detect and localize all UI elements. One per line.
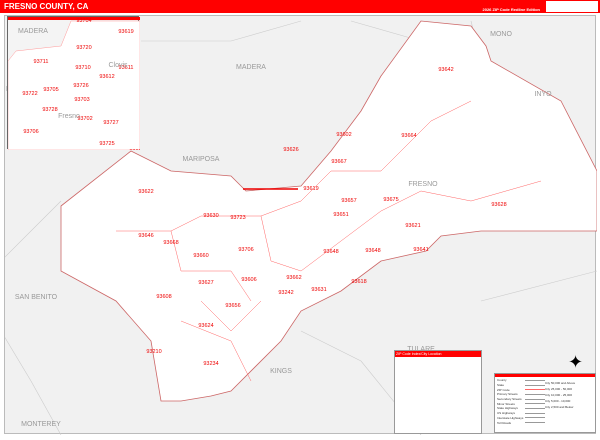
legend-city-label: City 5,000 - 10,000: [545, 399, 571, 403]
legend-city-label: City 25,000 - 50,000: [545, 387, 573, 391]
inset-zip-label: 93612: [99, 74, 114, 80]
zip-label: 93642: [438, 67, 453, 73]
inset-zip-label: 93727: [103, 120, 118, 126]
legend-row-label: Toll Roads: [497, 420, 512, 425]
zip-label: 93210: [146, 349, 161, 355]
zip-label: 93667: [331, 159, 346, 165]
zip-label: 93675: [383, 197, 398, 203]
compass-rose-icon: ✦: [568, 352, 584, 372]
logo: [546, 1, 598, 12]
county-label: SAN BENITO: [15, 294, 58, 301]
legend-row: Toll Roads: [495, 420, 550, 425]
zip-label: 93606: [241, 277, 256, 283]
zip-label: 93651: [333, 212, 348, 218]
inset-zip-label: 93703: [74, 97, 89, 103]
zip-label: 93619: [303, 186, 318, 192]
zip-label: 93242: [278, 290, 293, 296]
zip-label: 93668: [163, 240, 178, 246]
inset-city-label: Clovis: [108, 62, 128, 69]
legend-line-swatch: [525, 412, 545, 414]
legend-city-label: City 10,000 - 25,000: [545, 393, 573, 397]
zip-index-title: ZIP Code Index/City Location: [395, 351, 481, 357]
county-label: MARIPOSA: [183, 156, 220, 163]
county-label: INYO: [534, 91, 552, 98]
zip-index-table: ZIP Code Index/City Location: [394, 350, 482, 434]
zip-label: 93648: [323, 249, 338, 255]
inset-zip-label: 93728: [42, 107, 57, 113]
inset-zip-label: 93726: [73, 83, 88, 89]
zip-label: 93618: [351, 279, 366, 285]
inset-zip-label: 93711: [34, 59, 49, 65]
zip-label: 93646: [138, 233, 153, 239]
inset-city-label: Fresno: [58, 113, 80, 120]
zip-label: 93628: [491, 202, 506, 208]
zip-label: 93234: [203, 361, 218, 367]
inset-county-label: MADERA: [18, 28, 48, 35]
county-label: MONTEREY: [21, 421, 61, 428]
zip-label: 93706: [238, 247, 253, 253]
zip-label: 93657: [341, 198, 356, 204]
zip-label: 93723: [230, 215, 245, 221]
zip-label: 93622: [138, 189, 153, 195]
header-bar: FRESNO COUNTY, CA 2026 ZIP Code Redline …: [0, 0, 600, 13]
legend: County State ZIP Code Primary Streets Second…: [494, 373, 596, 433]
inset-zip-label: 93725: [99, 141, 114, 147]
legend-line-swatch: [525, 417, 545, 419]
legend-row-label: US Highways: [497, 411, 516, 416]
legend-header: [495, 374, 595, 377]
inset-zip-label: 93705: [43, 87, 58, 93]
county-label: MONO: [490, 31, 512, 38]
zip-label: 93656: [225, 303, 240, 309]
legend-line-swatch: [525, 422, 545, 424]
zip-label: 93624: [198, 323, 213, 329]
legend-city-label: City 50,000 and Above: [545, 381, 576, 385]
zip-label: 93630: [203, 213, 218, 219]
zip-label: 93664: [401, 133, 416, 139]
inset-zip-label: 93619: [118, 29, 133, 35]
inset-zip-label: 93626: [129, 149, 140, 150]
inset-zip-label: 93706: [23, 129, 38, 135]
fresno-inset-map[interactable]: 93704 93619 93720 93711 93710 93611 93612 93726…: [7, 16, 145, 155]
zip-label: 93627: [198, 280, 213, 286]
legend-row-label: Interstate Highways: [497, 415, 524, 420]
county-label: KINGS: [270, 368, 292, 375]
legend-city-row: City 2,500 and Below: [495, 404, 595, 410]
zip-label: 93662: [286, 275, 301, 281]
inset-zip-label: 93710: [75, 65, 90, 71]
county-label: FRESNO: [408, 181, 438, 188]
zip-label: 93621: [405, 223, 420, 229]
zip-label: 93608: [156, 294, 171, 300]
county-shape: [60, 20, 598, 402]
inset-header: [8, 17, 140, 20]
map-edition: 2026 ZIP Code Redline Edition: [482, 7, 541, 12]
inset-zip-label: 93722: [22, 91, 37, 97]
inset-zip-label: 93704: [76, 18, 91, 24]
map-title: FRESNO COUNTY, CA: [4, 2, 89, 11]
legend-city-label: City 2,500 and Below: [545, 405, 574, 409]
zip-label: 93631: [311, 287, 326, 293]
zip-label: 93602: [336, 132, 351, 138]
zip-label: 93626: [283, 147, 298, 153]
zip-label: 93641: [413, 247, 428, 253]
inset-zip-label: 93720: [76, 45, 91, 51]
zip-label: 93660: [193, 253, 208, 259]
zip-label: 93648: [365, 248, 380, 254]
county-label: MADERA: [236, 64, 266, 71]
